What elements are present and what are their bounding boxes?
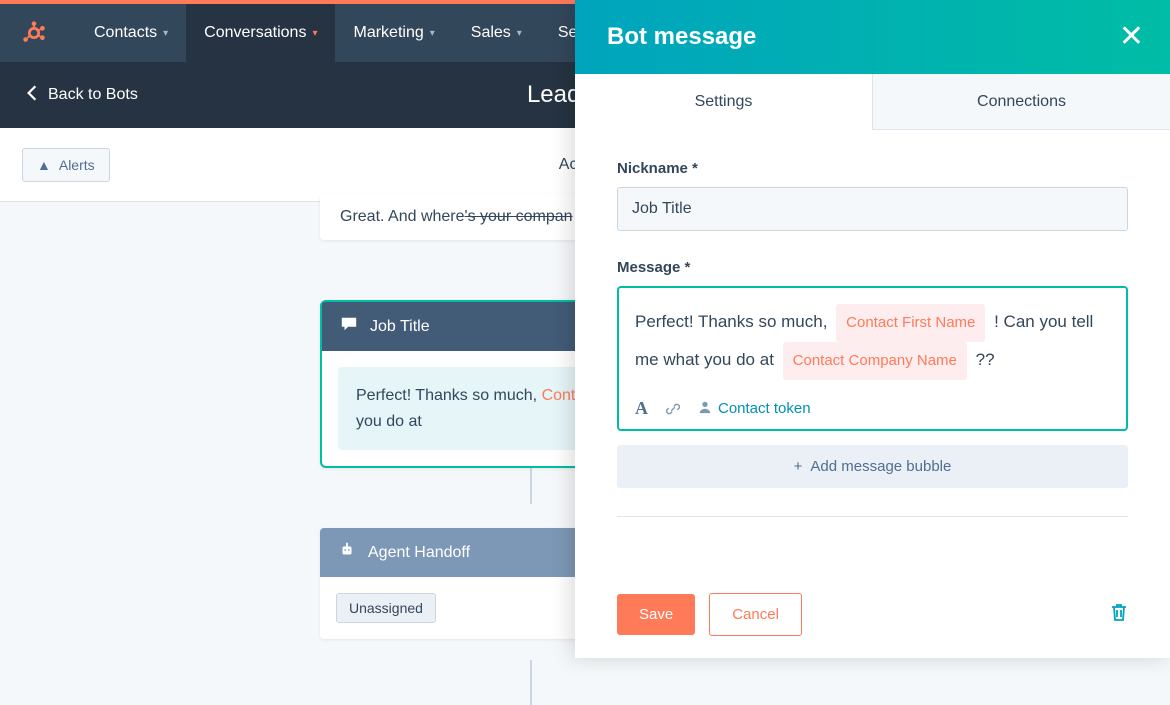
divider bbox=[617, 516, 1128, 517]
nav-label: Marketing bbox=[353, 24, 423, 42]
format-text-icon[interactable]: A bbox=[635, 398, 648, 419]
nickname-group: Nickname * bbox=[617, 160, 1128, 231]
assignment-tag: Unassigned bbox=[336, 593, 436, 623]
chevron-down-icon: ▾ bbox=[517, 28, 522, 39]
back-label: Back to Bots bbox=[48, 86, 138, 104]
contact-token-label: Contact token bbox=[718, 400, 811, 417]
nickname-input[interactable] bbox=[617, 187, 1128, 231]
hubspot-logo-icon[interactable] bbox=[20, 19, 48, 47]
tab-settings[interactable]: Settings bbox=[575, 74, 873, 130]
panel-footer: Save Cancel bbox=[575, 570, 1170, 658]
nav-label: Conversations bbox=[204, 24, 306, 42]
panel-header: Bot message ✕ bbox=[575, 0, 1170, 74]
chat-bubble-icon bbox=[340, 315, 358, 338]
nav-sales[interactable]: Sales ▾ bbox=[453, 4, 540, 62]
editor-content[interactable]: Perfect! Thanks so much, Contact First N… bbox=[635, 304, 1110, 380]
panel-body: Nickname * Message * Perfect! Thanks so … bbox=[575, 130, 1170, 570]
nav-contacts[interactable]: Contacts ▾ bbox=[76, 4, 186, 62]
chevron-down-icon: ▾ bbox=[312, 28, 317, 39]
message-group: Message * Perfect! Thanks so much, Conta… bbox=[617, 259, 1128, 488]
contact-token-button[interactable]: Contact token bbox=[698, 400, 811, 418]
nav-label: Contacts bbox=[94, 24, 157, 42]
add-bubble-label: Add message bubble bbox=[810, 458, 951, 475]
agent-icon bbox=[338, 541, 356, 564]
token-company-name[interactable]: Contact Company Name bbox=[783, 342, 967, 380]
nav-label: Sales bbox=[471, 24, 511, 42]
close-icon[interactable]: ✕ bbox=[1119, 22, 1144, 52]
nav-marketing[interactable]: Marketing ▾ bbox=[335, 4, 452, 62]
nickname-label: Nickname * bbox=[617, 160, 1128, 177]
chevron-left-icon bbox=[26, 84, 38, 107]
bot-message-panel: Bot message ✕ Settings Connections Nickn… bbox=[575, 0, 1170, 658]
alerts-button[interactable]: ▲ Alerts bbox=[22, 148, 110, 182]
message-editor[interactable]: Perfect! Thanks so much, Contact First N… bbox=[617, 286, 1128, 431]
chevron-down-icon: ▾ bbox=[163, 28, 168, 39]
message-label: Message * bbox=[617, 259, 1128, 276]
card-title: Agent Handoff bbox=[368, 544, 470, 562]
trash-icon[interactable] bbox=[1110, 602, 1128, 627]
connector-line bbox=[530, 660, 532, 705]
warning-icon: ▲ bbox=[37, 157, 51, 173]
back-link[interactable]: Back to Bots bbox=[26, 84, 138, 107]
card-title: Job Title bbox=[370, 318, 430, 336]
nav-conversations[interactable]: Conversations ▾ bbox=[186, 4, 335, 62]
cancel-button[interactable]: Cancel bbox=[709, 593, 802, 636]
panel-tabs: Settings Connections bbox=[575, 74, 1170, 130]
chevron-down-icon: ▾ bbox=[430, 28, 435, 39]
token-first-name[interactable]: Contact First Name bbox=[836, 304, 985, 342]
save-button[interactable]: Save bbox=[617, 594, 695, 635]
link-icon[interactable] bbox=[666, 402, 680, 416]
panel-title: Bot message bbox=[607, 23, 756, 51]
tab-connections[interactable]: Connections bbox=[873, 74, 1170, 130]
alerts-label: Alerts bbox=[59, 157, 95, 173]
editor-toolbar: A Contact token bbox=[635, 392, 1110, 419]
add-message-bubble-button[interactable]: + Add message bubble bbox=[617, 445, 1128, 488]
person-icon bbox=[698, 400, 712, 418]
plus-icon: + bbox=[794, 458, 803, 475]
